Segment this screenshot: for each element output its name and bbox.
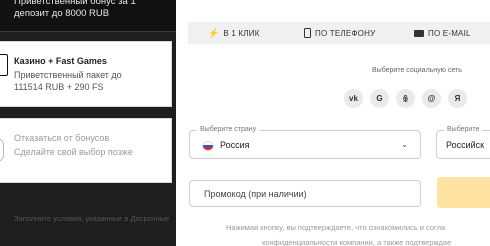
tab-one-click[interactable]: ⚡ В 1 КЛИК [188, 22, 288, 44]
social-list: vk G ꆜ @ Я [344, 89, 467, 108]
currency-select[interactable]: Выберите Российск [436, 126, 490, 159]
country-label: Выберите страну [197, 126, 260, 133]
register-button[interactable] [437, 177, 490, 208]
promo-code-field[interactable] [189, 180, 421, 207]
russia-flag-icon [202, 141, 214, 151]
disclaimer-line-2: конфиденциальности компании, а также под… [262, 238, 452, 246]
gift-icon [0, 54, 8, 76]
mail-icon [414, 29, 424, 37]
tab-one-click-label: В 1 КЛИК [223, 28, 260, 38]
tab-email-label: ПО E-MAIL [428, 28, 471, 38]
bonus-casino-title: Казино + Fast Games [14, 56, 107, 66]
country-value: Россия [220, 140, 250, 150]
bonus-option-casino[interactable]: Казино + Fast Games Приветственный пакет… [0, 41, 172, 107]
tab-phone[interactable]: ПО ТЕЛЕФОНУ [288, 22, 398, 44]
promo-code-input[interactable] [190, 181, 420, 206]
yandex-icon[interactable]: Я [448, 89, 467, 108]
bonus-option-deposit[interactable]: Приветственный бонус за 1 депозит до 800… [0, 0, 176, 32]
disclaimer-line-1: Нажимая кнопку, вы подтверждаете, что оз… [226, 223, 446, 232]
bolt-icon: ⚡ [208, 27, 220, 38]
decline-icon [0, 138, 4, 162]
odnoklassniki-icon[interactable]: ꆜ [396, 89, 415, 108]
currency-value: Российск [446, 140, 485, 150]
bonus-option-decline[interactable]: Отказаться от бонусов Сделайте свой выбо… [0, 118, 172, 183]
currency-label: Выберите [444, 126, 483, 133]
vk-icon[interactable]: vk [344, 89, 363, 108]
bonus-sidebar: Приветственный бонус за 1 депозит до 800… [0, 0, 176, 246]
chevron-down-icon: ⌄ [401, 140, 408, 149]
registration-tabs: ⚡ В 1 КЛИК ПО ТЕЛЕФОНУ ПО E-MAIL [188, 22, 490, 44]
country-select[interactable]: Выберите страну Россия ⌄ [189, 126, 421, 159]
tab-phone-label: ПО ТЕЛЕФОНУ [315, 28, 376, 38]
bonus-casino-desc: Приветственный пакет до 111514 RUB + 290… [14, 70, 122, 92]
bonus-footer-text: Заполните условия, указанные в Досрочные [14, 214, 170, 223]
mailru-icon[interactable]: @ [422, 89, 441, 108]
bonus-deposit-text: Приветственный бонус за 1 депозит до 800… [14, 0, 136, 19]
social-title: Выберите социальную сеть [372, 67, 462, 74]
tab-email[interactable]: ПО E-MAIL [398, 22, 490, 44]
phone-icon [304, 28, 311, 38]
google-icon[interactable]: G [370, 89, 389, 108]
bonus-decline-desc: Сделайте свой выбор позже [14, 147, 133, 157]
bonus-decline-title: Отказаться от бонусов [14, 133, 110, 143]
registration-form: ⚡ В 1 КЛИК ПО ТЕЛЕФОНУ ПО E-MAIL Выберит… [176, 0, 490, 246]
